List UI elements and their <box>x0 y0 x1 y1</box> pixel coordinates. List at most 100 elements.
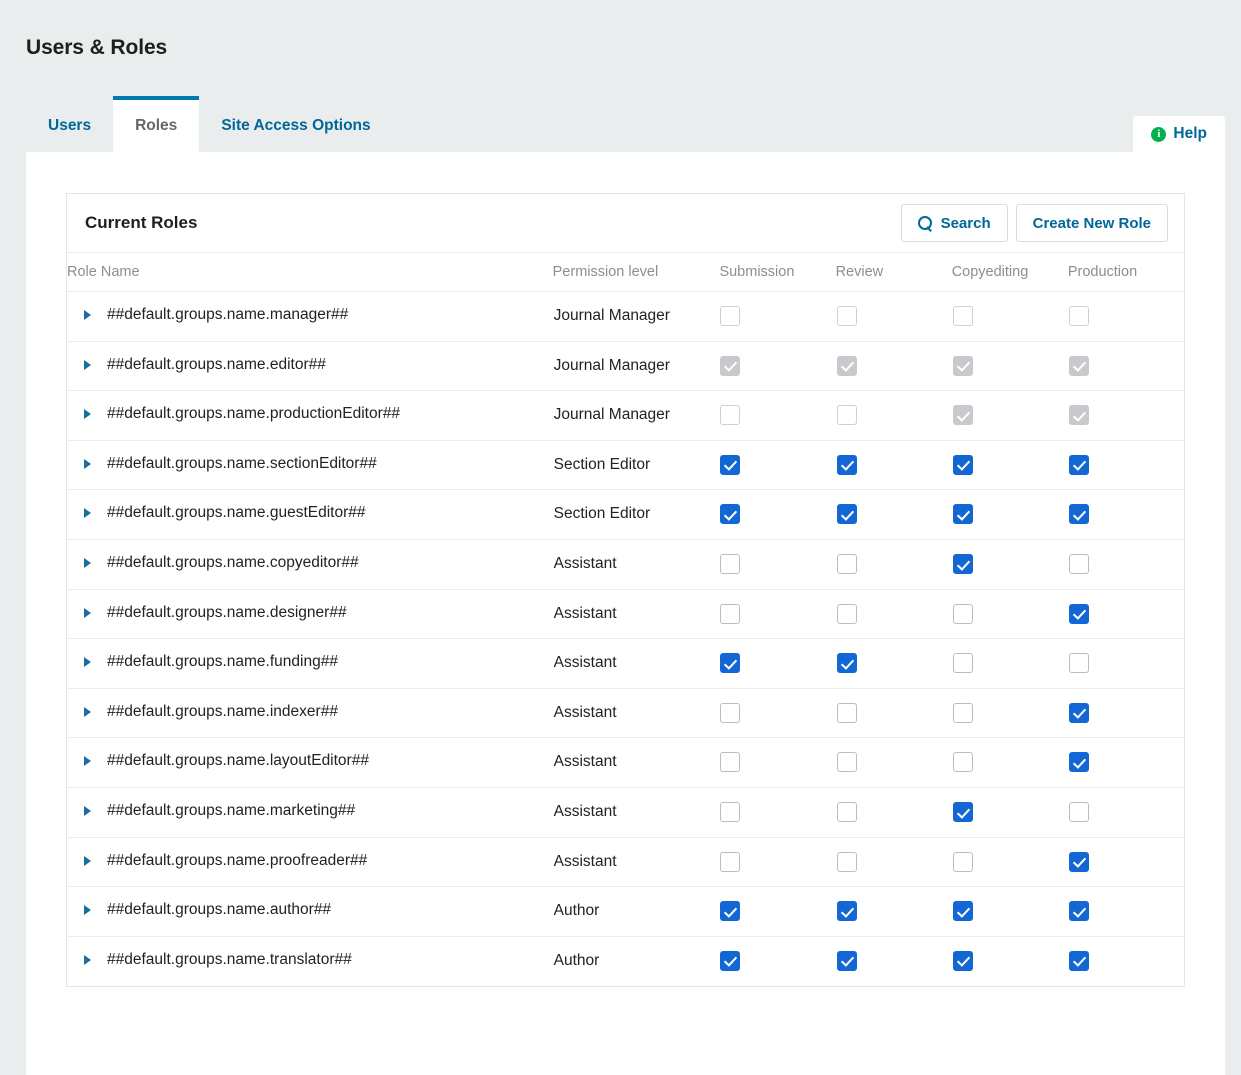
checkbox-production[interactable] <box>1068 554 1089 575</box>
checkbox-production[interactable] <box>1068 653 1089 674</box>
checkbox-submission[interactable] <box>720 454 741 475</box>
checkbox-copyediting[interactable] <box>952 603 973 624</box>
checkbox-production[interactable] <box>1068 752 1089 773</box>
checkbox-review[interactable] <box>836 901 857 922</box>
role-name-label: ##default.groups.name.layoutEditor## <box>107 752 369 770</box>
checkbox-copyediting[interactable] <box>952 653 973 674</box>
table-header-row: Role Name Permission level Submission Re… <box>67 253 1184 292</box>
expand-triangle-icon[interactable] <box>84 607 91 618</box>
checkbox-review[interactable] <box>836 702 857 723</box>
page-title: Users & Roles <box>26 36 168 59</box>
checkbox-copyediting[interactable] <box>952 554 973 575</box>
checkbox-submission[interactable] <box>720 603 741 624</box>
tab-users[interactable]: Users <box>26 100 113 152</box>
checkbox-production[interactable] <box>1068 603 1089 624</box>
checkbox-submission[interactable] <box>720 653 741 674</box>
table-row: ##default.groups.name.layoutEditor## Assi… <box>67 737 1184 789</box>
checkbox-production[interactable] <box>1068 901 1089 922</box>
tab-site-access-options[interactable]: Site Access Options <box>199 100 392 152</box>
checkbox-review[interactable] <box>836 851 857 872</box>
checkbox-production[interactable] <box>1068 851 1089 872</box>
expand-triangle-icon[interactable] <box>84 855 91 866</box>
expand-triangle-icon[interactable] <box>84 954 91 965</box>
checkbox-production[interactable] <box>1068 454 1089 475</box>
checkbox-review[interactable] <box>836 603 857 624</box>
permission-level-cell: Section Editor <box>552 440 720 491</box>
stage-cell-copyediting <box>952 936 1068 985</box>
checkbox-submission[interactable] <box>720 901 741 922</box>
stage-cell-copyediting <box>951 440 1068 491</box>
checkbox-review[interactable] <box>836 653 857 674</box>
content-panel: Current Roles Search Create New Role Rol… <box>26 152 1225 1075</box>
stage-cell-submission <box>719 737 836 789</box>
checkbox-submission[interactable] <box>720 802 741 823</box>
expand-triangle-icon[interactable] <box>84 905 91 916</box>
checkbox-review[interactable] <box>836 950 857 971</box>
checkbox-copyediting <box>952 306 973 326</box>
permission-level-cell: Assistant <box>552 737 720 789</box>
stage-cell-copyediting <box>951 489 1068 541</box>
checkbox-copyediting[interactable] <box>952 702 973 723</box>
role-name-label: ##default.groups.name.copyeditor## <box>107 554 359 572</box>
checkbox-submission[interactable] <box>720 504 741 525</box>
create-new-role-button[interactable]: Create New Role <box>1015 204 1168 242</box>
table-row: ##default.groups.name.guestEditor## Secti… <box>67 489 1184 541</box>
card-header: Current Roles Search Create New Role <box>67 194 1184 253</box>
stage-cell-copyediting <box>951 390 1068 441</box>
checkbox-review[interactable] <box>836 504 857 525</box>
checkbox-copyediting[interactable] <box>952 851 973 872</box>
table-row: ##default.groups.name.sectionEditor## Sec… <box>67 440 1184 491</box>
checkbox-production[interactable] <box>1068 802 1089 823</box>
stage-cell-copyediting <box>951 787 1068 838</box>
checkbox-copyediting[interactable] <box>952 454 973 475</box>
checkbox-submission <box>720 306 741 326</box>
checkbox-review[interactable] <box>836 752 857 773</box>
expand-triangle-icon[interactable] <box>84 409 91 420</box>
checkbox-submission <box>720 355 741 376</box>
expand-triangle-icon[interactable] <box>84 806 91 817</box>
checkbox-copyediting[interactable] <box>952 752 973 773</box>
checkbox-production <box>1068 405 1089 426</box>
checkbox-copyediting <box>952 405 973 426</box>
expand-triangle-icon[interactable] <box>84 756 91 767</box>
checkbox-production[interactable] <box>1068 504 1089 525</box>
column-header-copyediting: Copyediting <box>951 253 1068 292</box>
stage-cell-production <box>1067 440 1184 491</box>
checkbox-production[interactable] <box>1068 950 1089 971</box>
checkbox-submission[interactable] <box>720 950 741 971</box>
checkbox-submission[interactable] <box>720 752 741 773</box>
search-button[interactable]: Search <box>900 204 1008 242</box>
expand-triangle-icon[interactable] <box>84 458 91 469</box>
expand-triangle-icon[interactable] <box>84 310 91 320</box>
checkbox-copyediting[interactable] <box>952 802 973 823</box>
checkbox-copyediting[interactable] <box>952 901 973 922</box>
expand-triangle-icon[interactable] <box>84 657 91 668</box>
checkbox-review[interactable] <box>836 802 857 823</box>
expand-triangle-icon[interactable] <box>84 706 91 717</box>
help-button[interactable]: i Help <box>1133 116 1225 152</box>
checkbox-production[interactable] <box>1068 702 1089 723</box>
tab-roles-label: Roles <box>135 117 178 134</box>
checkbox-copyediting[interactable] <box>952 504 973 525</box>
checkbox-submission[interactable] <box>720 554 741 575</box>
role-name-cell: ##default.groups.name.layoutEditor## <box>67 737 553 789</box>
checkbox-review[interactable] <box>836 554 857 575</box>
table-row: ##default.groups.name.indexer## Assistant <box>67 688 1184 739</box>
checkbox-copyediting[interactable] <box>952 950 973 971</box>
expand-triangle-icon[interactable] <box>84 359 91 370</box>
expand-triangle-icon[interactable] <box>84 558 91 569</box>
checkbox-submission[interactable] <box>720 702 741 723</box>
role-name-label: ##default.groups.name.sectionEditor## <box>107 454 377 472</box>
role-name-cell: ##default.groups.name.productionEditor## <box>67 390 553 441</box>
checkbox-submission[interactable] <box>720 851 741 872</box>
expand-triangle-icon[interactable] <box>84 508 91 519</box>
users-roles-page: Users & Roles Users Roles Site Access Op… <box>0 0 1241 1075</box>
role-name-cell: ##default.groups.name.manager## <box>67 291 553 342</box>
checkbox-review[interactable] <box>836 454 857 475</box>
checkbox-review <box>836 306 857 326</box>
tab-roles[interactable]: Roles <box>113 96 200 152</box>
table-row: ##default.groups.name.productionEditor##… <box>67 390 1184 441</box>
stage-cell-submission <box>719 539 836 590</box>
table-row: ##default.groups.name.marketing## Assista… <box>67 787 1184 838</box>
role-name-label: ##default.groups.name.translator## <box>107 950 352 968</box>
